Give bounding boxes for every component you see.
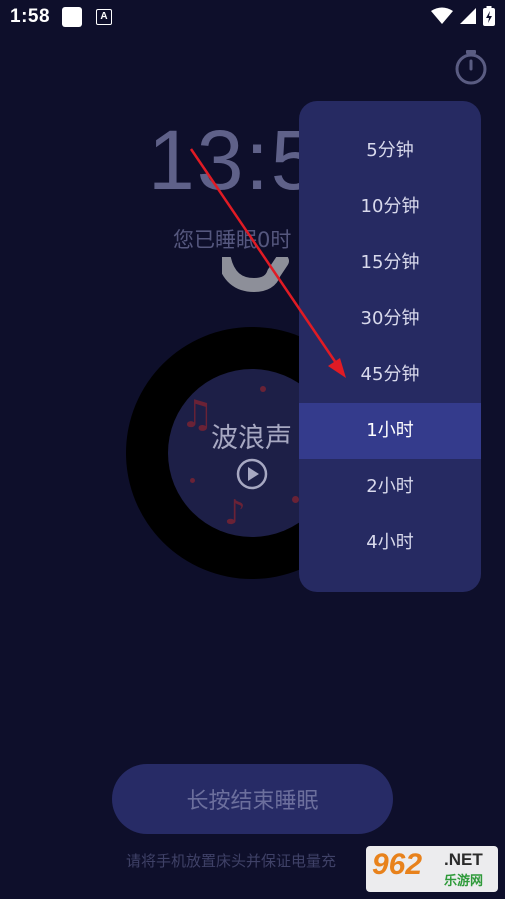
end-sleep-button[interactable]: 长按结束睡眠	[112, 764, 393, 834]
current-time-display: 13:5	[148, 113, 320, 207]
watermark-cn: 乐游网	[444, 874, 484, 889]
music-note-icon: ♪	[224, 493, 246, 533]
timer-option-1hour[interactable]: 1小时	[299, 403, 481, 459]
music-note-icon: ♫	[180, 392, 215, 436]
watermark-number: 962	[372, 848, 423, 881]
decorative-dot	[190, 478, 195, 483]
timer-option-30min[interactable]: 30分钟	[299, 291, 481, 347]
decorative-dot	[260, 386, 266, 392]
signal-icon	[460, 8, 476, 24]
battery-charging-icon	[483, 6, 495, 26]
slept-duration-text: 您已睡眠0时	[173, 228, 292, 252]
status-indicators	[431, 6, 495, 26]
placement-hint-text: 请将手机放置床头并保证电量充	[126, 852, 337, 870]
site-watermark: 962 .NET 乐游网	[366, 846, 498, 892]
timer-option-5min[interactable]: 5分钟	[299, 123, 481, 179]
sound-title: 波浪声	[211, 423, 292, 454]
status-bar: 1:58 A	[0, 0, 505, 34]
notification-app-icon	[62, 7, 82, 27]
timer-option-4hour[interactable]: 4小时	[299, 515, 481, 571]
timer-option-15min[interactable]: 15分钟	[299, 235, 481, 291]
timer-option-10min[interactable]: 10分钟	[299, 179, 481, 235]
sleep-timer-icon[interactable]	[452, 48, 490, 86]
decorative-dot	[292, 496, 299, 503]
timer-dropdown-menu: 5分钟 10分钟 15分钟 30分钟 45分钟 1小时 2小时 4小时	[299, 101, 481, 592]
wifi-icon	[431, 7, 453, 24]
timer-option-2hour[interactable]: 2小时	[299, 459, 481, 515]
play-button[interactable]	[236, 458, 268, 490]
watermark-suffix: .NET	[444, 850, 483, 869]
notification-a-icon: A	[96, 9, 112, 25]
status-time: 1:58	[10, 6, 51, 27]
timer-option-45min[interactable]: 45分钟	[299, 347, 481, 403]
